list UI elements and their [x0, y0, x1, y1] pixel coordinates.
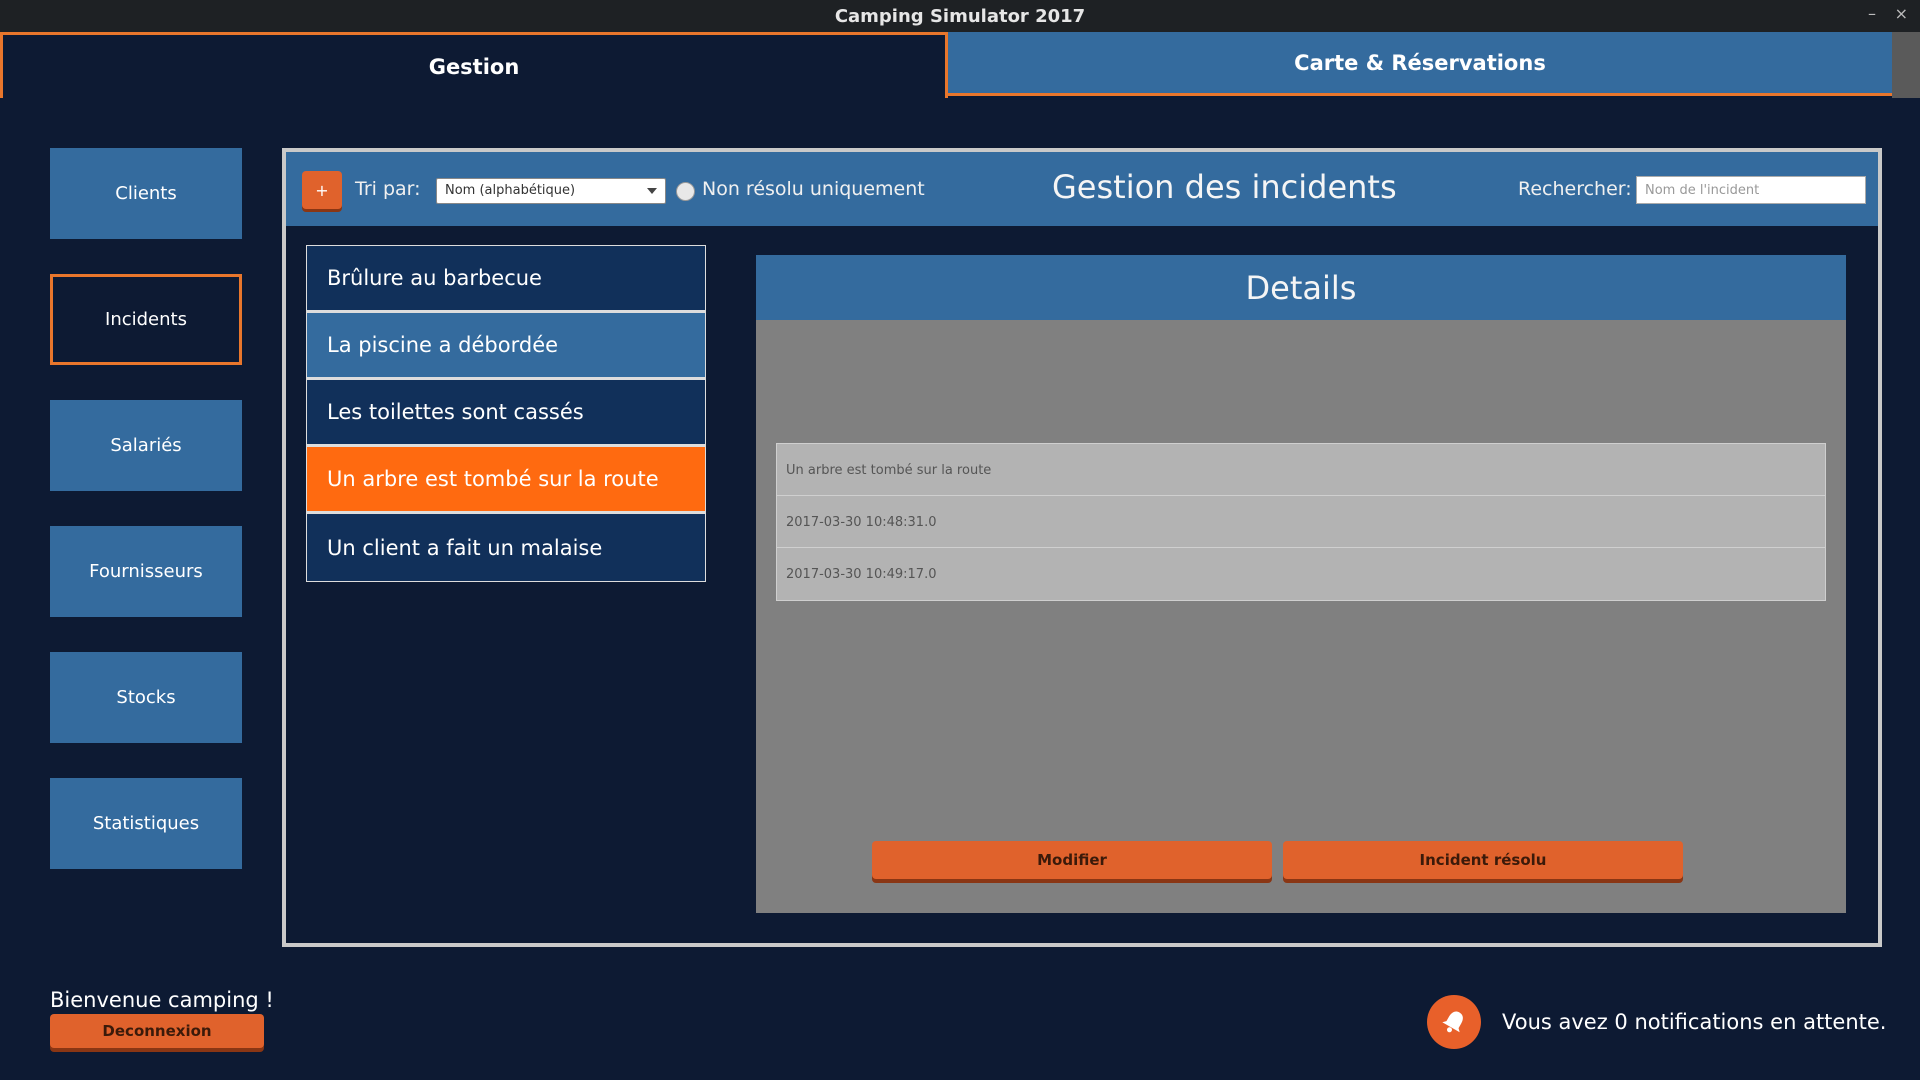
sidebar-item-label: Incidents [105, 309, 187, 330]
chevron-down-icon [647, 188, 657, 194]
unresolved-only-radio[interactable] [676, 182, 695, 201]
incident-created-field[interactable]: 2017-03-30 10:48:31.0 [776, 495, 1826, 549]
window-title: Camping Simulator 2017 [834, 5, 1086, 27]
scrollbar[interactable] [1892, 32, 1920, 98]
minimize-button[interactable]: – [1868, 4, 1876, 23]
sort-label: Tri par: [355, 178, 421, 200]
incident-resolved-field[interactable]: 2017-03-30 10:49:17.0 [776, 547, 1826, 601]
tab-gestion-label: Gestion [428, 54, 520, 79]
sidebar-item-clients[interactable]: Clients [50, 148, 242, 239]
list-item[interactable]: Les toilettes sont cassés [307, 380, 705, 447]
list-item-selected[interactable]: Un arbre est tombé sur la route [307, 447, 705, 514]
list-item[interactable]: La piscine a débordée [307, 313, 705, 380]
close-button[interactable]: × [1895, 4, 1908, 23]
resolve-incident-button[interactable]: Incident résolu [1283, 841, 1683, 879]
list-item[interactable]: Brûlure au barbecue [307, 246, 705, 313]
sidebar-item-label: Fournisseurs [89, 561, 203, 582]
tab-carte-label: Carte & Réservations [1294, 50, 1546, 75]
add-incident-button[interactable]: + [302, 171, 342, 209]
sidebar-item-fournisseurs[interactable]: Fournisseurs [50, 526, 242, 617]
sidebar-item-label: Statistiques [92, 813, 200, 834]
details-title: Details [756, 255, 1846, 320]
bell-icon [1442, 1011, 1463, 1033]
incident-name-field[interactable]: Un arbre est tombé sur la route [776, 443, 1826, 497]
tab-carte-reservations[interactable]: Carte & Réservations [948, 32, 1892, 96]
sort-select[interactable]: Nom (alphabétique) [436, 178, 666, 204]
search-input[interactable] [1636, 176, 1866, 204]
sidebar-item-label: Stocks [116, 687, 176, 708]
sidebar-item-label: Salariés [110, 435, 182, 456]
notifications-text: Vous avez 0 notifications en attente. [1502, 1010, 1887, 1034]
title-bar: Camping Simulator 2017 – × [0, 0, 1920, 32]
sidebar-item-stocks[interactable]: Stocks [50, 652, 242, 743]
unresolved-only-label[interactable]: Non résolu uniquement [702, 178, 925, 200]
sidebar-item-label: Clients [115, 183, 177, 204]
search-label: Rechercher: [1518, 178, 1632, 200]
sidebar-item-incidents[interactable]: Incidents [50, 274, 242, 365]
main-tabs: Gestion Carte & Réservations [0, 32, 1920, 98]
sort-select-value: Nom (alphabétique) [445, 183, 576, 198]
incident-list: Brûlure au barbecue La piscine a débordé… [306, 245, 706, 582]
tab-gestion[interactable]: Gestion [0, 32, 948, 98]
modify-button[interactable]: Modifier [872, 841, 1272, 879]
sidebar-item-statistiques[interactable]: Statistiques [50, 778, 242, 869]
sidebar-item-salaries[interactable]: Salariés [50, 400, 242, 491]
page-title: Gestion des incidents [1052, 168, 1397, 206]
notifications-button[interactable] [1427, 995, 1481, 1049]
list-item[interactable]: Un client a fait un malaise [307, 514, 705, 581]
incidents-toolbar: + Tri par: Nom (alphabétique) Non résolu… [286, 152, 1878, 226]
logout-button[interactable]: Deconnexion [50, 1014, 264, 1048]
incidents-panel: + Tri par: Nom (alphabétique) Non résolu… [282, 148, 1882, 947]
welcome-text: Bienvenue camping ! [50, 988, 274, 1012]
details-panel: Details Un arbre est tombé sur la route … [756, 255, 1846, 913]
